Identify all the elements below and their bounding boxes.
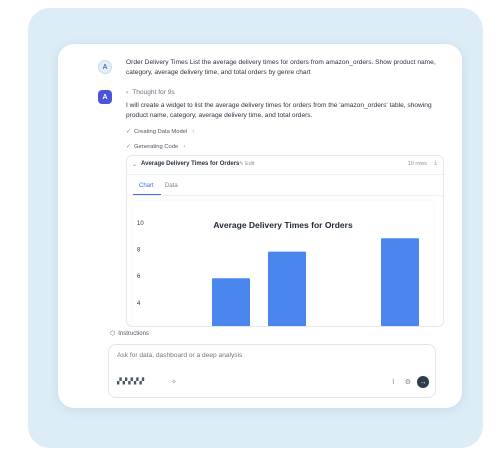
- download-icon[interactable]: ⤓: [434, 160, 437, 167]
- row-count: 10 rows: [407, 161, 427, 167]
- mode-icon: ▞: [133, 379, 139, 385]
- edit-label: Edit: [245, 161, 255, 167]
- chart-bar[interactable]: [268, 251, 306, 326]
- gear-icon[interactable]: ⚙: [405, 378, 411, 386]
- sparkle-icon[interactable]: ✧: [171, 378, 177, 386]
- y-tick-label: 6: [137, 274, 141, 280]
- thought-toggle[interactable]: › Thought for 9s: [126, 89, 175, 96]
- y-tick-label: 8: [137, 248, 141, 254]
- cube-icon: ⬡: [110, 331, 116, 337]
- chat-card: A Order Delivery Times List the average …: [58, 44, 462, 408]
- mode-icon: ▞: [117, 379, 122, 385]
- step-label: Generating Code: [134, 143, 179, 150]
- chart-title: Average Delivery Times for Orders: [213, 220, 353, 230]
- assistant-avatar: A: [98, 90, 112, 104]
- chart-bar[interactable]: [381, 238, 419, 326]
- tab-divider: [127, 195, 443, 196]
- chart-area: Average Delivery Times for Orders 10 8 6 4: [133, 201, 433, 326]
- tab-chart[interactable]: Chart: [139, 183, 154, 189]
- step-generating-code[interactable]: ✓ Generating Code ›: [126, 143, 186, 151]
- instructions-label: Instructions: [118, 330, 149, 337]
- chevron-right-icon: ›: [192, 128, 195, 135]
- assistant-message: I will create a widget to list the avera…: [126, 102, 432, 119]
- check-icon: ✓: [126, 129, 132, 135]
- chat-input[interactable]: [117, 352, 417, 359]
- edit-button[interactable]: ✎ Edit: [239, 161, 255, 167]
- step-label: Creating Data Model: [134, 128, 188, 135]
- active-tab-indicator: [133, 194, 161, 195]
- chart-widget: ⌄ Average Delivery Times for Orders ✎ Ed…: [126, 155, 444, 327]
- tab-data[interactable]: Data: [165, 183, 178, 189]
- chevron-right-icon: ›: [183, 143, 186, 150]
- mode-icon: ▞: [122, 379, 128, 385]
- y-tick-label: 10: [137, 221, 144, 227]
- instructions-toggle[interactable]: ⬡ Instructions: [110, 330, 149, 338]
- widget-title: Average Delivery Times for Orders: [141, 161, 240, 167]
- chevron-right-icon: ›: [126, 89, 129, 96]
- widget-header: ⌄ Average Delivery Times for Orders ✎ Ed…: [127, 156, 443, 175]
- user-avatar: A: [98, 60, 112, 74]
- chart-bar[interactable]: [212, 278, 250, 326]
- thought-label: Thought for 9s: [132, 89, 175, 96]
- mode-icon: ▞: [139, 379, 145, 385]
- send-button[interactable]: →: [417, 376, 429, 388]
- arrow-right-icon: →: [419, 378, 427, 386]
- chat-input-box: ▞ ▞ ▞ ▞ ▞ ✧ ⌇ ⚙ →: [108, 344, 436, 398]
- check-icon: ✓: [126, 144, 132, 150]
- mode-icon: ▞: [128, 379, 133, 385]
- paperclip-icon[interactable]: ⌇: [392, 378, 395, 386]
- user-message: Order Delivery Times List the average de…: [126, 59, 436, 76]
- chevron-down-icon[interactable]: ⌄: [132, 161, 137, 168]
- step-creating-data-model[interactable]: ✓ Creating Data Model ›: [126, 128, 195, 136]
- y-tick-label: 4: [137, 301, 141, 307]
- mode-selector[interactable]: ▞ ▞ ▞ ▞ ▞: [117, 378, 144, 385]
- bar-chart: Average Delivery Times for Orders 10 8 6 4: [137, 220, 419, 326]
